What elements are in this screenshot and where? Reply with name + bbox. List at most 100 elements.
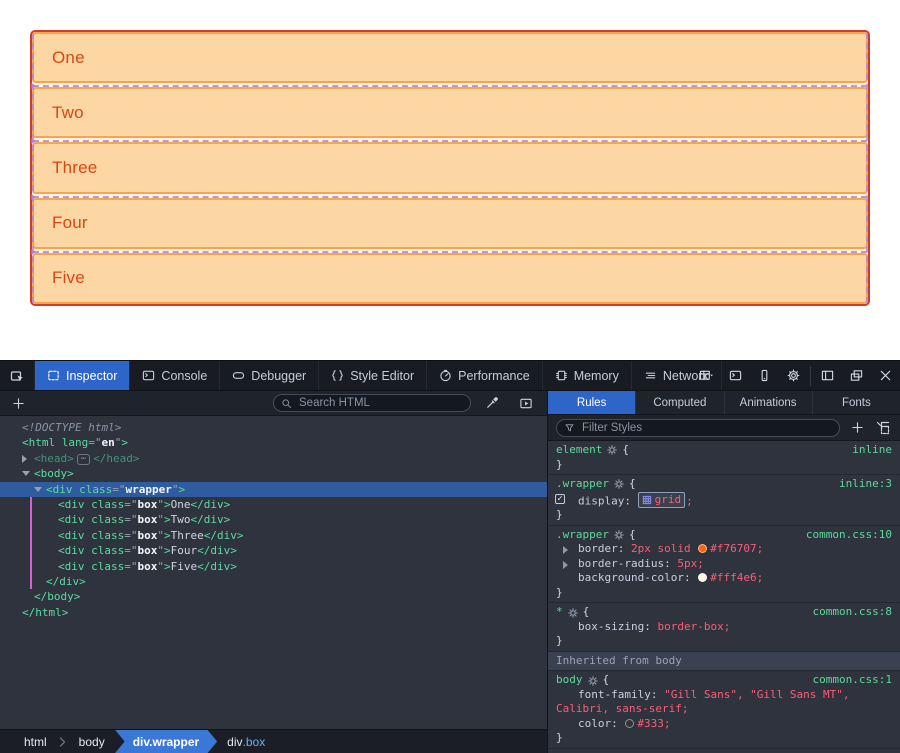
rule-selector[interactable]: body	[556, 673, 583, 688]
color-swatch[interactable]	[698, 544, 707, 553]
pseudo-class-panel-icon[interactable]	[874, 421, 892, 435]
sidebar-tab-animations[interactable]: Animations	[725, 391, 813, 414]
split-console-icon[interactable]	[721, 361, 750, 391]
dock-side-icon[interactable]	[813, 361, 842, 391]
separate-window-icon[interactable]	[842, 361, 871, 391]
markup-token: "	[157, 529, 164, 542]
markup-token: wrapper	[126, 483, 172, 496]
semicolon: ;	[664, 717, 671, 730]
rule-gear-icon[interactable]	[588, 676, 598, 686]
close-brace: }	[548, 634, 900, 649]
rule-selector[interactable]: *	[556, 605, 563, 620]
collapse-arrow-icon[interactable]	[22, 471, 30, 476]
collapse-arrow-icon[interactable]	[34, 487, 42, 492]
breadcrumb-text: body	[79, 735, 105, 749]
close-brace: }	[548, 508, 900, 523]
expand-shorthand-icon[interactable]	[563, 546, 568, 554]
search-html-input[interactable]	[297, 396, 463, 410]
rule-selector[interactable]: .wrapper	[556, 477, 609, 492]
markup-line[interactable]: </div>	[0, 574, 547, 589]
expand-shorthand-icon[interactable]	[563, 561, 568, 569]
expand-arrow-icon[interactable]	[22, 455, 27, 463]
rule-selector[interactable]: .wrapper	[556, 528, 609, 543]
markup-line[interactable]: <div class="box">One</div>	[0, 497, 547, 512]
markup-token: ="	[124, 513, 137, 526]
rule-source-link[interactable]: inline:3	[839, 477, 892, 492]
rule-gear-icon[interactable]	[607, 445, 617, 455]
rule-selector-row[interactable]: .wrapper{inline:3	[548, 477, 900, 492]
breadcrumb-item[interactable]: html	[14, 730, 57, 753]
breadcrumb-item[interactable]: div.wrapper	[115, 730, 217, 753]
responsive-mode-icon[interactable]	[750, 361, 779, 391]
rule-selector-row[interactable]: body{common.css:1	[548, 673, 900, 688]
breadcrumb-text: div.wrapper	[133, 735, 199, 749]
breadcrumb-item[interactable]: div.box	[217, 730, 275, 753]
add-node-icon[interactable]	[8, 397, 28, 410]
open-brace: {	[629, 528, 636, 543]
tab-memory[interactable]: Memory	[543, 361, 632, 390]
eyedropper-icon[interactable]	[479, 396, 505, 410]
markup-line[interactable]: <head>⋯</head>	[0, 451, 547, 466]
iframe-picker-icon[interactable]	[692, 361, 721, 391]
rule-selector[interactable]: element	[556, 443, 602, 458]
tab-debugger[interactable]: Debugger	[220, 361, 319, 390]
rule-gear-icon[interactable]	[614, 479, 624, 489]
markup-token: </div>	[46, 575, 86, 588]
markup-line[interactable]: <div class="box">Five</div>	[0, 559, 547, 574]
rule-gear-icon[interactable]	[614, 530, 624, 540]
rule-source-link[interactable]: common.css:10	[806, 528, 892, 543]
add-rule-icon[interactable]	[848, 421, 866, 434]
markup-line[interactable]: <html lang="en">	[0, 435, 547, 450]
rule-source-link[interactable]: common.css:1	[813, 673, 892, 688]
filter-styles-input[interactable]	[580, 421, 832, 435]
pane-play-icon[interactable]	[513, 397, 539, 410]
markup-line[interactable]: <div class="box">Three</div>	[0, 528, 547, 543]
rule-selector-row[interactable]: element{inline	[548, 443, 900, 458]
collapsed-content-badge[interactable]: ⋯	[77, 454, 90, 465]
rule-gear-icon[interactable]	[568, 608, 578, 618]
markup-token: class	[85, 544, 125, 557]
grid-box: Four	[32, 198, 868, 249]
css-declaration[interactable]: box-sizing: border-box;	[548, 620, 900, 635]
css-declaration[interactable]: ✓display: grid;	[548, 492, 900, 509]
color-swatch[interactable]	[698, 573, 707, 582]
css-declaration[interactable]: color: #333;	[548, 717, 900, 732]
element-picker-icon[interactable]	[0, 361, 34, 390]
css-declaration[interactable]: border-radius: 5px;	[548, 557, 900, 572]
open-brace: {	[583, 605, 590, 620]
filter-styles-box[interactable]	[556, 419, 840, 437]
markup-line[interactable]: <div class="box">Four</div>	[0, 543, 547, 558]
markup-line[interactable]: </html>	[0, 605, 547, 620]
settings-icon[interactable]	[779, 361, 808, 391]
tab-style-editor[interactable]: Style Editor	[319, 361, 427, 390]
rules-view[interactable]: element{inline}.wrapper{inline:3✓display…	[548, 441, 900, 753]
markup-line[interactable]: <body>	[0, 466, 547, 481]
markup-line[interactable]: </body>	[0, 589, 547, 604]
tab-console[interactable]: Console	[130, 361, 220, 390]
grid-highlighter-badge[interactable]: grid	[638, 492, 686, 509]
css-declaration[interactable]: font-family: "Gill Sans", "Gill Sans MT"…	[548, 688, 900, 717]
breadcrumb-item[interactable]: body	[69, 730, 115, 753]
sidebar-tab-rules[interactable]: Rules	[548, 391, 636, 414]
css-declaration[interactable]: background-color: #fff4e6;	[548, 571, 900, 586]
markup-line[interactable]: <div class="wrapper">	[0, 482, 547, 497]
markup-token: ="	[124, 560, 137, 573]
rule-source-link[interactable]: inline	[852, 443, 892, 458]
rule-selector-row[interactable]: * { common.css:8	[548, 605, 900, 620]
markup-line[interactable]: <!DOCTYPE html>	[0, 420, 547, 435]
markup-view[interactable]: <!DOCTYPE html><html lang="en"><head>⋯</…	[0, 416, 547, 729]
rule-source-link[interactable]: common.css:8	[813, 605, 892, 620]
tab-performance[interactable]: Performance	[427, 361, 543, 390]
sidebar-tab-fonts[interactable]: Fonts	[813, 391, 900, 414]
rule-selector-row[interactable]: .wrapper { common.css:10	[548, 528, 900, 543]
close-icon[interactable]	[871, 361, 900, 391]
declaration-checkbox[interactable]: ✓	[555, 494, 565, 504]
sidebar-tab-computed[interactable]: Computed	[636, 391, 724, 414]
grid-overlay-line	[33, 251, 867, 253]
color-swatch[interactable]	[625, 719, 634, 728]
grid-overlay-line	[33, 196, 867, 198]
search-html-box[interactable]	[273, 394, 471, 412]
tab-inspector[interactable]: Inspector	[34, 361, 130, 390]
css-declaration[interactable]: border: 2px solid #f76707;	[548, 542, 900, 557]
markup-line[interactable]: <div class="box">Two</div>	[0, 512, 547, 527]
